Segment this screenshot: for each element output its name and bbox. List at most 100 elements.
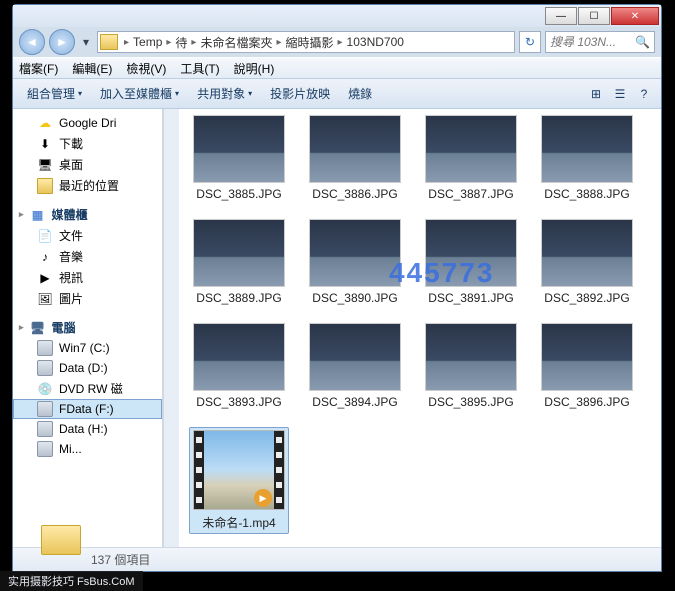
back-button[interactable]: ◄ bbox=[19, 29, 45, 55]
chevron-down-icon: ▾ bbox=[175, 89, 179, 98]
file-thumbnail[interactable]: DSC_3890.JPG bbox=[305, 219, 405, 305]
file-thumbnail[interactable]: DSC_3895.JPG bbox=[421, 323, 521, 409]
organize-button[interactable]: 組合管理▾ bbox=[19, 82, 90, 105]
drive-icon bbox=[37, 441, 53, 457]
include-library-button[interactable]: 加入至媒體櫃▾ bbox=[92, 82, 187, 105]
dvd-icon: 💿 bbox=[37, 381, 53, 397]
nav-libraries-header[interactable]: ▦媒體櫃 bbox=[13, 204, 162, 225]
drive-icon bbox=[37, 340, 53, 356]
nav-drive-d[interactable]: Data (D:) bbox=[13, 358, 162, 378]
drive-icon bbox=[37, 360, 53, 376]
crumb-timelapse[interactable]: 縮時攝影 bbox=[286, 34, 334, 51]
nav-recent[interactable]: 最近的位置 bbox=[13, 175, 162, 196]
image-thumbnail bbox=[541, 219, 633, 287]
close-button[interactable]: ✕ bbox=[611, 7, 659, 25]
nav-label: Data (H:) bbox=[59, 422, 108, 436]
crumb-temp[interactable]: Temp bbox=[133, 35, 162, 49]
file-thumbnail[interactable]: DSC_3885.JPG bbox=[189, 115, 289, 201]
folder-large-icon bbox=[41, 525, 81, 559]
search-box[interactable]: 🔍 bbox=[545, 31, 655, 53]
help-button[interactable]: ? bbox=[633, 83, 655, 105]
nav-music[interactable]: ♪音樂 bbox=[13, 246, 162, 267]
nav-downloads[interactable]: ⬇下載 bbox=[13, 133, 162, 154]
file-thumbnail[interactable]: DSC_3896.JPG bbox=[537, 323, 637, 409]
chevron-down-icon: ▾ bbox=[78, 89, 82, 98]
cloud-icon: ☁ bbox=[37, 115, 53, 131]
nav-drive-c[interactable]: Win7 (C:) bbox=[13, 338, 162, 358]
nav-documents[interactable]: 📄文件 bbox=[13, 225, 162, 246]
nav-google-drive[interactable]: ☁Google Dri bbox=[13, 113, 162, 133]
chevron-right-icon[interactable]: ▸ bbox=[162, 37, 175, 48]
details-pane: 137 個項目 bbox=[13, 547, 661, 571]
burn-button[interactable]: 燒錄 bbox=[340, 82, 380, 105]
menu-view[interactable]: 檢視(V) bbox=[126, 60, 166, 77]
share-button[interactable]: 共用對象▾ bbox=[189, 82, 260, 105]
nav-desktop[interactable]: 🖥桌面 bbox=[13, 154, 162, 175]
nav-dvd-rw[interactable]: 💿DVD RW 磁 bbox=[13, 378, 162, 399]
nav-computer-header[interactable]: 🖥電腦 bbox=[13, 317, 162, 338]
file-name: DSC_3890.JPG bbox=[312, 291, 397, 305]
nav-pictures[interactable]: 🖼圖片 bbox=[13, 288, 162, 309]
chevron-right-icon[interactable]: ▸ bbox=[120, 37, 133, 48]
nav-drive-h[interactable]: Data (H:) bbox=[13, 419, 162, 439]
search-input[interactable] bbox=[550, 35, 635, 49]
play-icon: ▶ bbox=[254, 489, 272, 507]
video-thumbnail: ▶ bbox=[193, 430, 285, 510]
file-thumbnail[interactable]: DSC_3888.JPG bbox=[537, 115, 637, 201]
nav-drive-other[interactable]: Mi... bbox=[13, 439, 162, 459]
chevron-down-icon: ▾ bbox=[248, 89, 252, 98]
nav-label: 視訊 bbox=[59, 269, 83, 286]
chevron-right-icon[interactable]: ▸ bbox=[187, 37, 200, 48]
file-thumbnail[interactable]: DSC_3887.JPG bbox=[421, 115, 521, 201]
slideshow-button[interactable]: 投影片放映 bbox=[262, 82, 338, 105]
file-thumbnail[interactable]: DSC_3894.JPG bbox=[305, 323, 405, 409]
menu-tools[interactable]: 工具(T) bbox=[180, 60, 219, 77]
navpane-scrollbar[interactable] bbox=[163, 109, 179, 547]
file-thumbnail[interactable]: DSC_3893.JPG bbox=[189, 323, 289, 409]
nav-videos[interactable]: ▶視訊 bbox=[13, 267, 162, 288]
image-thumbnail bbox=[309, 219, 401, 287]
breadcrumb[interactable]: ▸ Temp ▸ 待 ▸ 未命名檔案夾 ▸ 縮時攝影 ▸ 103ND700 bbox=[97, 31, 515, 53]
image-thumbnail bbox=[425, 323, 517, 391]
image-thumbnail bbox=[193, 219, 285, 287]
preview-pane-button[interactable]: ⊞ bbox=[585, 83, 607, 105]
crumb-unnamed[interactable]: 未命名檔案夾 bbox=[200, 34, 272, 51]
file-thumbnail[interactable]: DSC_3886.JPG bbox=[305, 115, 405, 201]
refresh-button[interactable]: ↻ bbox=[519, 31, 541, 53]
crumb-pending[interactable]: 待 bbox=[175, 34, 187, 51]
menu-file[interactable]: 檔案(F) bbox=[19, 60, 58, 77]
image-thumbnail bbox=[541, 115, 633, 183]
image-thumbnail bbox=[309, 323, 401, 391]
chevron-right-icon[interactable]: ▸ bbox=[272, 37, 285, 48]
nav-head-label: 電腦 bbox=[52, 319, 76, 336]
crumb-current[interactable]: 103ND700 bbox=[347, 35, 404, 49]
file-thumbnail[interactable]: DSC_3891.JPG bbox=[421, 219, 521, 305]
nav-label: Data (D:) bbox=[59, 361, 108, 375]
menu-edit[interactable]: 編輯(E) bbox=[72, 60, 112, 77]
folder-icon bbox=[37, 178, 53, 194]
chevron-right-icon[interactable]: ▸ bbox=[334, 37, 347, 48]
view-options-button[interactable]: ☰ bbox=[609, 83, 631, 105]
nav-drive-f[interactable]: FData (F:) bbox=[13, 399, 162, 419]
image-thumbnail bbox=[309, 115, 401, 183]
maximize-button[interactable]: ☐ bbox=[578, 7, 610, 25]
file-thumbnail-video[interactable]: ▶未命名-1.mp4 bbox=[189, 427, 289, 534]
desktop-icon: 🖥 bbox=[37, 157, 53, 173]
nav-history-dropdown[interactable]: ▾ bbox=[79, 33, 93, 51]
folder-icon bbox=[100, 34, 118, 50]
file-name: DSC_3886.JPG bbox=[312, 187, 397, 201]
file-thumbnail[interactable]: DSC_3892.JPG bbox=[537, 219, 637, 305]
download-icon: ⬇ bbox=[37, 136, 53, 152]
menu-help[interactable]: 說明(H) bbox=[234, 60, 275, 77]
file-thumbnail[interactable]: DSC_3889.JPG bbox=[189, 219, 289, 305]
minimize-button[interactable]: — bbox=[545, 7, 577, 25]
search-icon[interactable]: 🔍 bbox=[635, 35, 650, 49]
file-name: DSC_3889.JPG bbox=[196, 291, 281, 305]
file-name: DSC_3888.JPG bbox=[544, 187, 629, 201]
document-icon: 📄 bbox=[37, 228, 53, 244]
file-name: DSC_3887.JPG bbox=[428, 187, 513, 201]
image-thumbnail bbox=[541, 323, 633, 391]
file-list[interactable]: DSC_3885.JPG DSC_3886.JPG DSC_3887.JPG DSC_… bbox=[179, 109, 661, 547]
forward-button[interactable]: ► bbox=[49, 29, 75, 55]
item-count: 137 個項目 bbox=[91, 551, 150, 568]
